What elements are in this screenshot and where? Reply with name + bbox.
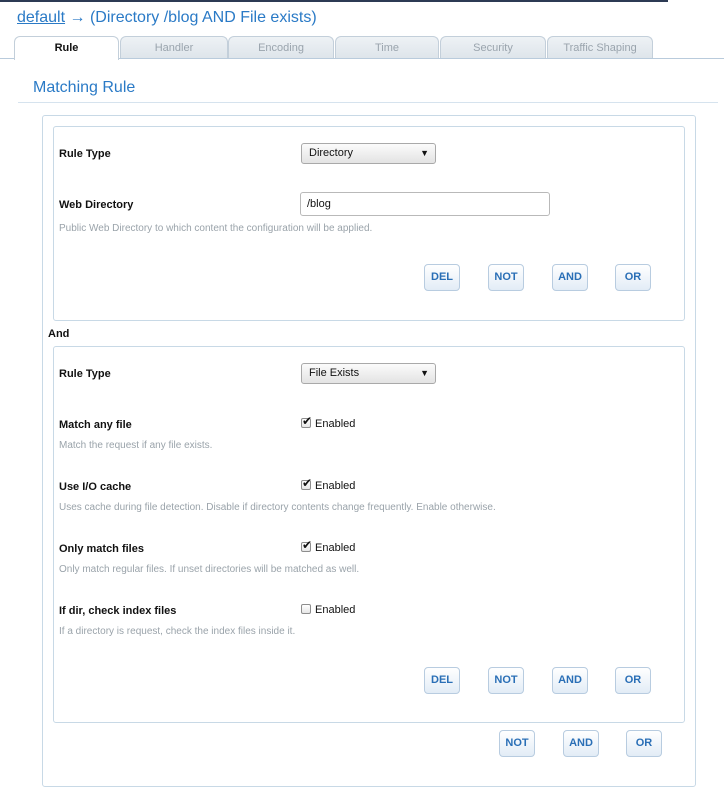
checkmark-icon: ✔ (302, 538, 313, 552)
use-io-cache-label: Use I/O cache (59, 481, 132, 493)
only-match-files-check-text: Enabled (315, 542, 356, 554)
rule-type-label: Rule Type (59, 368, 111, 380)
tab-bar: Rule Handler Encoding Time Security Traf… (0, 36, 724, 60)
breadcrumb-root-link[interactable]: default (17, 9, 65, 26)
match-any-file-checkbox[interactable]: ✔ (301, 414, 312, 428)
triangle-down-icon: ▼ (420, 368, 429, 378)
rule-type-label: Rule Type (59, 148, 111, 160)
checkmark-icon: ✔ (302, 414, 313, 428)
rule-type-value: Directory (309, 147, 354, 159)
breadcrumb: default → (Directory /blog AND File exis… (17, 9, 317, 27)
only-match-files-label: Only match files (59, 543, 144, 555)
rule-type-select[interactable]: File Exists ▼ (301, 363, 436, 384)
tab-security[interactable]: Security (440, 36, 546, 59)
match-any-file-check-text: Enabled (315, 418, 356, 430)
breadcrumb-rule-path: → (Directory /blog AND File exists) (65, 9, 317, 26)
tab-traffic-shaping[interactable]: Traffic Shaping (547, 36, 653, 59)
tab-time[interactable]: Time (335, 36, 439, 59)
and-connector-label: And (48, 328, 70, 340)
or-button[interactable]: OR (615, 667, 651, 694)
and-button[interactable]: AND (552, 667, 588, 694)
web-directory-input[interactable]: /blog (300, 192, 550, 216)
del-button[interactable]: DEL (424, 667, 460, 694)
check-index-files-checkbox[interactable] (301, 604, 311, 614)
top-border (0, 0, 668, 2)
and-button[interactable]: AND (552, 264, 588, 291)
not-button[interactable]: NOT (488, 667, 524, 694)
section-title: Matching Rule (33, 79, 136, 96)
use-io-cache-check-text: Enabled (315, 480, 356, 492)
check-index-files-label: If dir, check index files (59, 605, 177, 617)
use-io-cache-checkbox[interactable]: ✔ (301, 476, 312, 490)
match-any-file-hint: Match the request if any file exists. (59, 440, 213, 451)
only-match-files-hint: Only match regular files. If unset direc… (59, 564, 360, 575)
or-button[interactable]: OR (615, 264, 651, 291)
tab-rule[interactable]: Rule (14, 36, 119, 60)
checkmark-icon: ✔ (302, 476, 313, 490)
triangle-down-icon: ▼ (420, 148, 429, 158)
only-match-files-checkbox[interactable]: ✔ (301, 538, 312, 552)
use-io-cache-hint: Uses cache during file detection. Disabl… (59, 502, 496, 513)
tab-handler[interactable]: Handler (120, 36, 228, 59)
del-button[interactable]: DEL (424, 264, 460, 291)
not-button[interactable]: NOT (488, 264, 524, 291)
check-index-files-check-text: Enabled (315, 604, 356, 616)
check-index-files-hint: If a directory is request, check the ind… (59, 626, 296, 637)
web-directory-hint: Public Web Directory to which content th… (59, 223, 373, 234)
rule-type-value: File Exists (309, 367, 360, 379)
web-directory-label: Web Directory (59, 199, 134, 211)
rule-type-select[interactable]: Directory ▼ (301, 143, 436, 164)
or-button[interactable]: OR (626, 730, 662, 757)
rule-box-file-exists (53, 346, 685, 723)
tab-encoding[interactable]: Encoding (228, 36, 334, 59)
and-button[interactable]: AND (563, 730, 599, 757)
match-any-file-label: Match any file (59, 419, 132, 431)
not-button[interactable]: NOT (499, 730, 535, 757)
section-divider (18, 102, 718, 103)
